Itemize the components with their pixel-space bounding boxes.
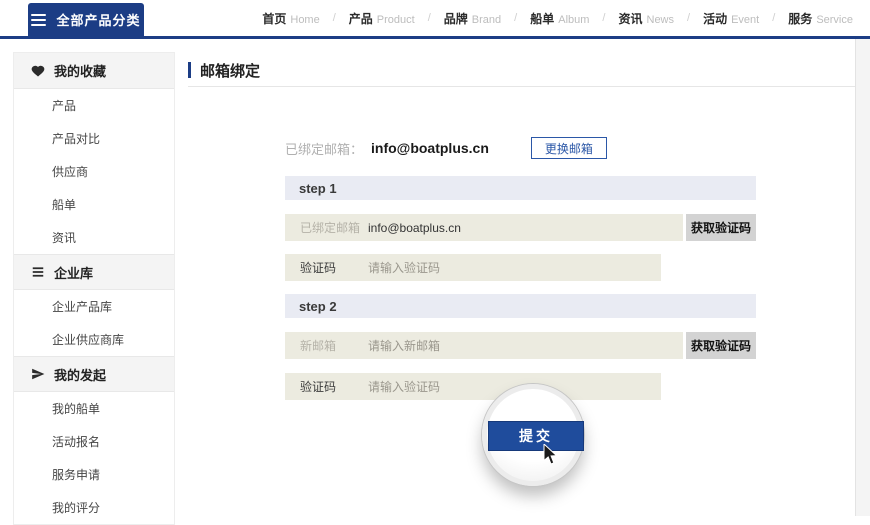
sidebar-item-event-signup[interactable]: 活动报名	[14, 425, 174, 458]
nav-separator: /	[687, 12, 690, 24]
step2-code-row: 验证码 请输入验证码	[285, 373, 661, 400]
nav-home-zh: 首页	[262, 10, 286, 27]
step2-email-placeholder: 请输入新邮箱	[368, 337, 440, 354]
page-title: 邮箱绑定	[200, 60, 260, 81]
nav-album[interactable]: 船单 Album	[528, 10, 591, 27]
nav-service-zh: 服务	[788, 10, 812, 27]
page-title-row: 邮箱绑定	[188, 54, 855, 87]
step1-code-row: 验证码 请输入验证码	[285, 254, 661, 281]
nav-home[interactable]: 首页 Home	[260, 10, 321, 27]
nav-news[interactable]: 资讯 News	[616, 10, 676, 27]
hamburger-icon	[31, 14, 46, 26]
step2-get-code-button[interactable]: 获取验证码	[686, 332, 756, 359]
send-icon	[31, 367, 45, 381]
all-categories-button[interactable]: 全部产品分类	[28, 3, 144, 36]
nav-product-zh: 产品	[349, 10, 373, 27]
step1-header: step 1	[285, 176, 756, 200]
nav-event-en: Event	[731, 14, 759, 26]
step2-new-email-input[interactable]: 新邮箱 请输入新邮箱	[285, 332, 683, 359]
sidebar-item-suppliers[interactable]: 供应商	[14, 155, 174, 188]
email-binding-form: 已绑定邮箱： info@boatplus.cn 更换邮箱 step 1 已绑定邮…	[285, 137, 756, 516]
nav-separator: /	[333, 12, 336, 24]
list-icon	[31, 265, 45, 279]
submit-button[interactable]: 提交	[488, 421, 584, 451]
title-accent-bar	[188, 62, 191, 78]
cursor-icon	[543, 444, 559, 471]
nav-home-en: Home	[290, 14, 319, 26]
step1-email-row: 已绑定邮箱 info@boatplus.cn 获取验证码	[285, 214, 756, 241]
top-nav: 首页 Home / 产品 Product / 品牌 Brand / 船单 Alb…	[260, 0, 855, 36]
step2-email-row: 新邮箱 请输入新邮箱 获取验证码	[285, 332, 756, 359]
bound-email-row: 已绑定邮箱： info@boatplus.cn 更换邮箱	[285, 137, 756, 159]
sidebar: 我的收藏 产品 产品对比 供应商 船单 资讯 企业库 企业产品库 企业供应商库 …	[13, 52, 175, 525]
nav-separator: /	[514, 12, 517, 24]
sidebar-item-service-request[interactable]: 服务申请	[14, 458, 174, 491]
submit-area: 提交	[285, 400, 756, 516]
sidebar-section-favorites[interactable]: 我的收藏	[14, 53, 174, 89]
nav-album-en: Album	[558, 14, 589, 26]
nav-service-en: Service	[816, 14, 853, 26]
top-bar: 全部产品分类 首页 Home / 产品 Product / 品牌 Brand /…	[0, 0, 870, 36]
header-divider-line	[0, 36, 870, 39]
step2-email-label: 新邮箱	[300, 337, 368, 354]
nav-service[interactable]: 服务 Service	[786, 10, 855, 27]
bound-email-value: info@boatplus.cn	[371, 140, 489, 156]
sidebar-section-enterprise[interactable]: 企业库	[14, 254, 174, 290]
sidebar-item-product-compare[interactable]: 产品对比	[14, 122, 174, 155]
nav-product[interactable]: 产品 Product	[347, 10, 417, 27]
step1-get-code-button[interactable]: 获取验证码	[686, 214, 756, 241]
step1-email-label: 已绑定邮箱	[300, 219, 368, 236]
step1-code-placeholder: 请输入验证码	[368, 259, 440, 276]
sidebar-section-title: 企业库	[54, 263, 93, 282]
heart-icon	[31, 64, 45, 78]
step1-code-input[interactable]: 验证码 请输入验证码	[285, 254, 661, 281]
step1-email-value: info@boatplus.cn	[368, 221, 461, 235]
main-content: 邮箱绑定 已绑定邮箱： info@boatplus.cn 更换邮箱 step 1…	[188, 54, 855, 516]
nav-news-zh: 资讯	[618, 10, 642, 27]
change-email-button[interactable]: 更换邮箱	[531, 137, 607, 159]
nav-event-zh: 活动	[703, 10, 727, 27]
step1-code-label: 验证码	[300, 259, 368, 276]
sidebar-item-products[interactable]: 产品	[14, 89, 174, 122]
sidebar-item-albums[interactable]: 船单	[14, 188, 174, 221]
sidebar-section-title: 我的收藏	[54, 61, 106, 80]
sidebar-item-enterprise-suppliers[interactable]: 企业供应商库	[14, 323, 174, 356]
sidebar-section-title: 我的发起	[54, 365, 106, 384]
nav-separator: /	[602, 12, 605, 24]
page-right-gutter	[855, 39, 870, 516]
nav-brand-en: Brand	[472, 14, 501, 26]
all-categories-label: 全部产品分类	[56, 10, 140, 29]
sidebar-item-my-ratings[interactable]: 我的评分	[14, 491, 174, 524]
sidebar-item-enterprise-products[interactable]: 企业产品库	[14, 290, 174, 323]
sidebar-section-my-initiations[interactable]: 我的发起	[14, 356, 174, 392]
step2-header: step 2	[285, 294, 756, 318]
sidebar-item-my-albums[interactable]: 我的船单	[14, 392, 174, 425]
nav-event[interactable]: 活动 Event	[701, 10, 761, 27]
nav-news-en: News	[647, 14, 675, 26]
step2-code-placeholder: 请输入验证码	[368, 378, 440, 395]
nav-brand-zh: 品牌	[444, 10, 468, 27]
step2-code-input[interactable]: 验证码 请输入验证码	[285, 373, 661, 400]
nav-separator: /	[772, 12, 775, 24]
step1-bound-email-field[interactable]: 已绑定邮箱 info@boatplus.cn	[285, 214, 683, 241]
sidebar-item-news[interactable]: 资讯	[14, 221, 174, 254]
step2-code-label: 验证码	[300, 378, 368, 395]
bound-email-label: 已绑定邮箱：	[285, 139, 363, 158]
nav-separator: /	[428, 12, 431, 24]
nav-brand[interactable]: 品牌 Brand	[442, 10, 503, 27]
nav-product-en: Product	[377, 14, 415, 26]
nav-album-zh: 船单	[530, 10, 554, 27]
